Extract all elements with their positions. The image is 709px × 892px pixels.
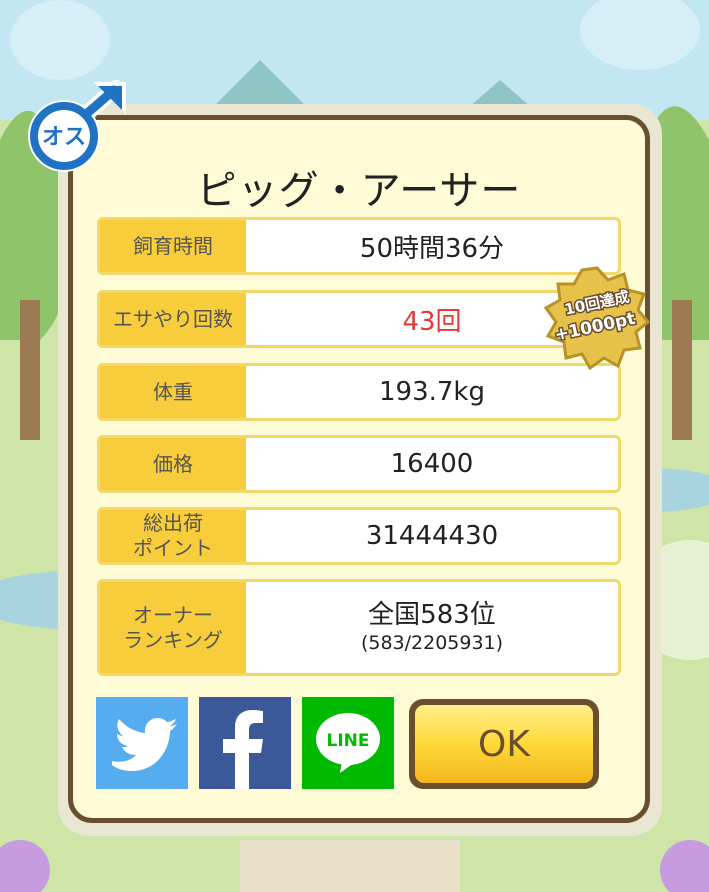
stat-row-price: 価格 16400 (97, 435, 621, 493)
stat-label: エサやり回数 (100, 293, 246, 345)
ok-button-label: OK (415, 705, 593, 783)
stat-value: 50時間36分 (359, 233, 505, 264)
gender-label: オス (42, 125, 86, 150)
stat-value: 31444430 (365, 521, 499, 551)
stat-row-shipping-points: 総出荷 ポイント 31444430 (97, 507, 621, 565)
pig-name-title: ピッグ・アーサー (196, 168, 522, 214)
ranking-sub: (583/2205931) (360, 631, 504, 654)
facebook-f-icon (223, 710, 263, 789)
stat-label: 飼育時間 (100, 220, 246, 272)
stat-row-weight: 体重 193.7kg (97, 363, 621, 421)
stat-label: 価格 (100, 438, 246, 490)
ranking-main: 全国583位 (368, 599, 496, 630)
ok-button[interactable]: OK (409, 699, 599, 789)
twitter-bird-icon (112, 718, 177, 771)
line-bubble-icon: LINE (316, 713, 380, 773)
stat-row-rearing-time: 飼育時間 50時間36分 (97, 217, 621, 275)
stat-label: 体重 (100, 366, 246, 418)
stat-row-owner-ranking: オーナー ランキング 全国583位 (583/2205931) (97, 579, 621, 676)
line-text: LINE (327, 731, 370, 751)
line-share-button[interactable]: LINE (302, 697, 394, 789)
male-gender-icon: オス (28, 80, 126, 172)
stat-row-feeding-count: エサやり回数 43回 (97, 290, 621, 348)
stat-value: 16400 (390, 449, 474, 479)
stat-label: オーナー ランキング (100, 582, 246, 673)
twitter-share-button[interactable] (96, 697, 188, 789)
ranking-value: 全国583位 (583/2205931) (246, 582, 618, 673)
stat-value: 193.7kg (379, 377, 485, 407)
facebook-share-button[interactable] (199, 697, 291, 789)
bonus-badge: 10回達成 +1000pt (544, 266, 650, 370)
stat-label: 総出荷 ポイント (100, 510, 246, 562)
